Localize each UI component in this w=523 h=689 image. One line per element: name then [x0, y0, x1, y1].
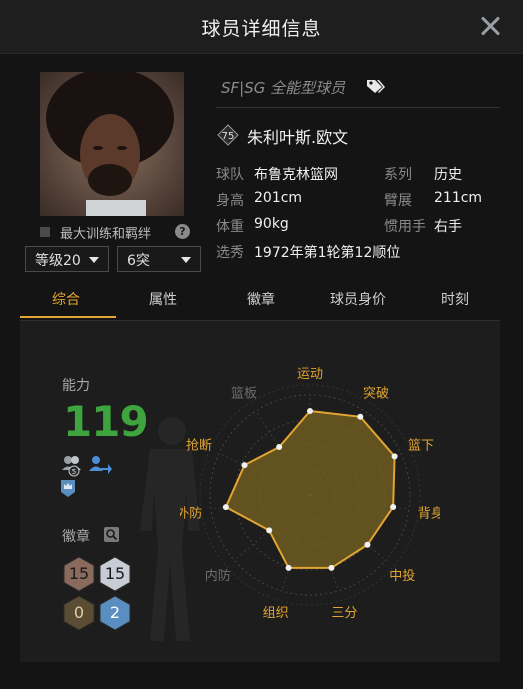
chevron-down-icon [181, 257, 191, 263]
tab-overview[interactable]: 综合 [52, 289, 80, 309]
radar-label: 中投 [389, 568, 415, 584]
svg-text:5: 5 [72, 468, 76, 476]
radar-point [390, 503, 397, 510]
chemistry-people-icon: 5 [62, 456, 81, 477]
player-portrait [40, 72, 184, 216]
badge-gold-count: 0 [62, 595, 96, 631]
max-training-row[interactable]: 最大训练和羁绊 ? [40, 223, 190, 242]
team-value: 布鲁克林篮网 [254, 167, 338, 183]
search-icon[interactable] [104, 527, 119, 542]
radar-point [364, 541, 371, 548]
level-select[interactable]: 等级20 [25, 246, 109, 272]
tab-value[interactable]: 球员身价 [330, 289, 386, 309]
level-select-value: 等级20 [35, 253, 81, 269]
radar-label: 组织 [263, 606, 289, 621]
radar-point [241, 462, 248, 469]
draft-value: 1972年第1轮第12顺位 [254, 245, 401, 261]
tab-badges[interactable]: 徽章 [247, 289, 275, 309]
ability-label: 能力 [62, 378, 90, 394]
radar-label: 篮板 [231, 386, 257, 401]
overall-value: 75 [222, 131, 235, 142]
overall-badge: 75 [217, 124, 239, 146]
radar-label: 篮下 [408, 438, 434, 453]
badge-blue-count: 2 [98, 595, 132, 631]
breakthrough-select[interactable]: 6突 [117, 246, 201, 272]
radar-label: 背身 [418, 505, 440, 521]
max-training-label: 最大训练和羁绊 [60, 227, 152, 242]
badge-count-value: 15 [68, 564, 90, 583]
tab-bar: 综合 属性 徽章 球员身价 时刻 [20, 284, 500, 318]
radar-point [328, 564, 335, 571]
weight-label: 体重 [216, 219, 244, 235]
radar-point [391, 453, 398, 460]
attribute-radar: 运动突破篮下背身中投三分 组织 内防 外防 抢断 篮板 [180, 367, 440, 621]
series-value: 历史 [434, 167, 462, 183]
max-training-checkbox[interactable] [40, 227, 50, 237]
badge-bronze-count: 15 [62, 556, 96, 592]
tab-active-indicator [20, 316, 116, 318]
radar-point [357, 413, 364, 420]
header-divider [216, 107, 500, 108]
radar-label: 抢断 [186, 437, 212, 453]
chemistry-icons: 5 [61, 456, 112, 497]
tab-moments[interactable]: 时刻 [441, 289, 469, 309]
radar-point [285, 564, 292, 571]
badge-count-value: 15 [104, 564, 126, 583]
help-icon[interactable]: ? [175, 224, 190, 239]
dialog-title: 球员详细信息 [201, 18, 322, 40]
close-icon[interactable] [477, 13, 503, 39]
radar-point [307, 408, 313, 414]
draft-label: 选秀 [216, 245, 244, 261]
radar-point [222, 504, 229, 511]
badge-count-value: 0 [73, 603, 85, 622]
teammate-link-icon [89, 456, 112, 474]
team-label: 球队 [216, 167, 244, 183]
hand-value: 右手 [434, 219, 462, 235]
tag-icon[interactable] [366, 78, 386, 94]
title-bar: 球员详细信息 [0, 0, 523, 54]
breakthrough-select-value: 6突 [127, 253, 150, 269]
radar-label: 内防 [205, 568, 231, 584]
tab-attributes[interactable]: 属性 [149, 289, 177, 309]
radar-point [276, 444, 283, 451]
badges-label: 徽章 [62, 529, 90, 545]
hand-label: 惯用手 [384, 219, 426, 235]
radar-label: 外防 [180, 505, 202, 521]
series-label: 系列 [384, 167, 412, 183]
radar-label: 突破 [363, 385, 389, 401]
ability-value: 119 [63, 397, 149, 446]
player-position: SF|SG 全能型球员 [221, 79, 346, 97]
wingspan-label: 臂展 [384, 193, 412, 209]
crown-badge-icon [61, 480, 75, 497]
radar-label: 运动 [297, 367, 323, 382]
weight-value: 90kg [254, 216, 289, 232]
height-label: 身高 [216, 193, 244, 209]
badge-count-value: 2 [109, 603, 121, 622]
chevron-down-icon [89, 257, 99, 263]
height-value: 201cm [254, 190, 303, 206]
player-name: 朱利叶斯.欧文 [247, 128, 349, 147]
wingspan-value: 211cm [434, 190, 483, 206]
badge-silver-count: 15 [98, 556, 132, 592]
radar-point [266, 527, 273, 534]
radar-label: 三分 [331, 606, 357, 621]
